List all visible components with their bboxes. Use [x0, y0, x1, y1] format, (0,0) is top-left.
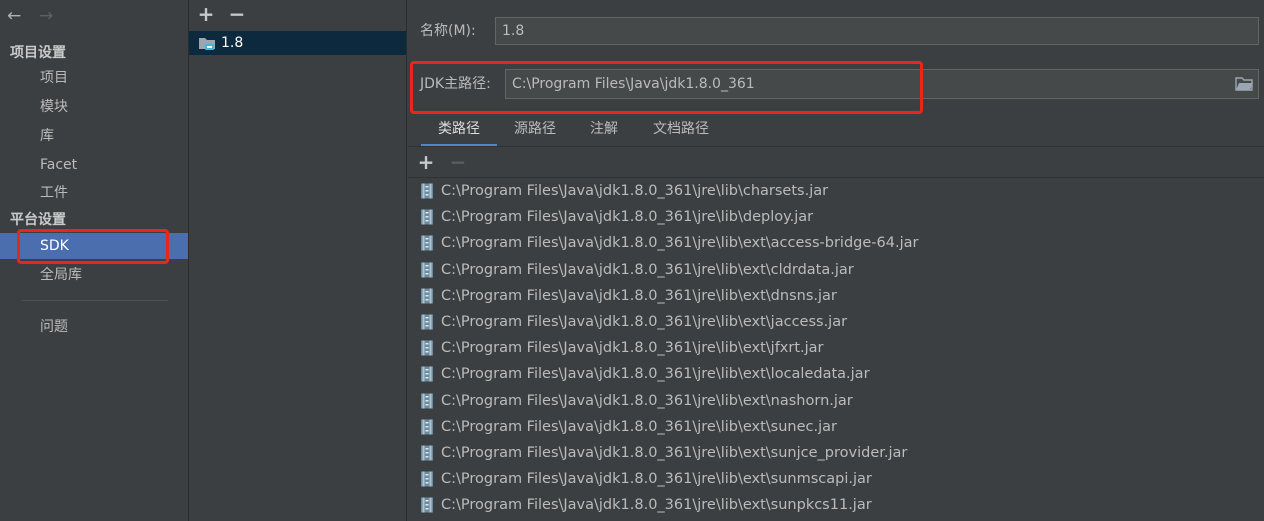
classpath-row[interactable]: C:\Program Files\Java\jdk1.8.0_361\jre\l… [408, 414, 1264, 440]
classpath-row[interactable]: C:\Program Files\Java\jdk1.8.0_361\jre\l… [408, 309, 1264, 335]
jar-archive-icon [421, 262, 433, 278]
classpath-row[interactable]: C:\Program Files\Java\jdk1.8.0_361\jre\l… [408, 492, 1264, 518]
jdk-folder-icon [199, 38, 215, 50]
classpath-row[interactable]: C:\Program Files\Java\jdk1.8.0_361\jre\l… [408, 230, 1264, 256]
classpath-row[interactable]: C:\Program Files\Java\jdk1.8.0_361\jre\l… [408, 466, 1264, 492]
jar-archive-icon [421, 419, 433, 435]
nav-section-platform: 平台设置 [10, 212, 66, 228]
jar-archive-icon [421, 471, 433, 487]
tab-annotations[interactable]: 注解 [587, 117, 621, 147]
jar-archive-icon [421, 314, 433, 330]
sdk-list-item-label: 1.8 [221, 35, 244, 51]
jar-archive-icon [421, 340, 433, 356]
nav-item-project[interactable]: 项目 [0, 65, 188, 91]
tab-classpath[interactable]: 类路径 [421, 117, 497, 147]
jar-archive-icon [421, 209, 433, 225]
jar-archive-icon [421, 445, 433, 461]
nav-item-facet[interactable]: Facet [0, 152, 188, 178]
nav-item-modules[interactable]: 模块 [0, 94, 188, 120]
classpath-path: C:\Program Files\Java\jdk1.8.0_361\jre\l… [441, 313, 848, 330]
name-label: 名称(M): [420, 23, 476, 39]
tabs-divider [408, 146, 1264, 147]
jar-archive-icon [421, 366, 433, 382]
tab-documentation-paths[interactable]: 文档路径 [649, 117, 713, 147]
classpath-path: C:\Program Files\Java\jdk1.8.0_361\jre\l… [441, 261, 854, 278]
jar-archive-icon [421, 235, 433, 251]
nav-divider [22, 300, 168, 301]
plus-icon[interactable]: + [416, 150, 436, 174]
jar-archive-icon [421, 183, 433, 199]
nav-item-artifacts[interactable]: 工件 [0, 180, 188, 206]
sdk-detail-panel: 名称(M): JDK主路径: 类路径 源路径 注解 文档路径 + − C:\Pr… [408, 0, 1264, 521]
jar-archive-icon [421, 288, 433, 304]
classpath-path: C:\Program Files\Java\jdk1.8.0_361\jre\l… [441, 418, 837, 435]
classpath-row[interactable]: C:\Program Files\Java\jdk1.8.0_361\jre\l… [408, 335, 1264, 361]
classpath-row[interactable]: C:\Program Files\Java\jdk1.8.0_361\jre\l… [408, 204, 1264, 230]
arrow-right-icon[interactable]: → [39, 6, 53, 26]
folder-icon[interactable] [1235, 76, 1253, 92]
classpath-path: C:\Program Files\Java\jdk1.8.0_361\jre\l… [441, 444, 908, 461]
nav-item-global-libraries[interactable]: 全局库 [0, 262, 188, 288]
arrow-left-icon[interactable]: ← [7, 6, 21, 26]
classpath-path: C:\Program Files\Java\jdk1.8.0_361\jre\l… [441, 471, 872, 488]
minus-icon[interactable]: − [227, 3, 247, 25]
sdk-list-panel: + − 1.8 [189, 0, 407, 521]
classpath-path: C:\Program Files\Java\jdk1.8.0_361\jre\l… [441, 183, 829, 199]
classpath-path: C:\Program Files\Java\jdk1.8.0_361\jre\l… [441, 497, 872, 514]
classpath-path: C:\Program Files\Java\jdk1.8.0_361\jre\l… [441, 366, 870, 383]
classpath-row[interactable]: C:\Program Files\Java\jdk1.8.0_361\jre\l… [408, 361, 1264, 387]
tab-sourcepath[interactable]: 源路径 [511, 117, 559, 147]
classpath-row[interactable]: C:\Program Files\Java\jdk1.8.0_361\jre\l… [408, 388, 1264, 414]
classpath-path: C:\Program Files\Java\jdk1.8.0_361\jre\l… [441, 209, 814, 226]
jar-archive-icon [421, 393, 433, 408]
classpath-list: C:\Program Files\Java\jdk1.8.0_361\jre\l… [408, 178, 1264, 521]
classpath-row[interactable]: C:\Program Files\Java\jdk1.8.0_361\jre\l… [408, 440, 1264, 466]
settings-nav: ← → 项目设置 项目 模块 库 Facet 工件 平台设置 SDK 全局库 问… [0, 0, 189, 521]
classpath-row[interactable]: C:\Program Files\Java\jdk1.8.0_361\jre\l… [408, 257, 1264, 283]
nav-section-project: 项目设置 [10, 45, 66, 61]
classpath-row[interactable]: C:\Program Files\Java\jdk1.8.0_361\jre\l… [408, 178, 1264, 204]
plus-icon[interactable]: + [196, 3, 216, 25]
classpath-path: C:\Program Files\Java\jdk1.8.0_361\jre\l… [441, 392, 853, 409]
nav-item-libraries[interactable]: 库 [0, 123, 188, 149]
name-input[interactable] [495, 17, 1259, 45]
classpath-path: C:\Program Files\Java\jdk1.8.0_361\jre\l… [441, 235, 919, 252]
sdk-list-item[interactable]: 1.8 [189, 31, 406, 55]
sdk-highlight-box [17, 229, 169, 264]
classpath-path: C:\Program Files\Java\jdk1.8.0_361\jre\l… [441, 287, 837, 304]
classpath-row[interactable]: C:\Program Files\Java\jdk1.8.0_361\jre\l… [408, 283, 1264, 309]
classpath-path: C:\Program Files\Java\jdk1.8.0_361\jre\l… [441, 340, 824, 357]
minus-icon[interactable]: − [448, 150, 468, 174]
nav-item-problems[interactable]: 问题 [0, 314, 188, 340]
jar-archive-icon [421, 497, 433, 513]
jdk-home-highlight-box [410, 61, 923, 114]
